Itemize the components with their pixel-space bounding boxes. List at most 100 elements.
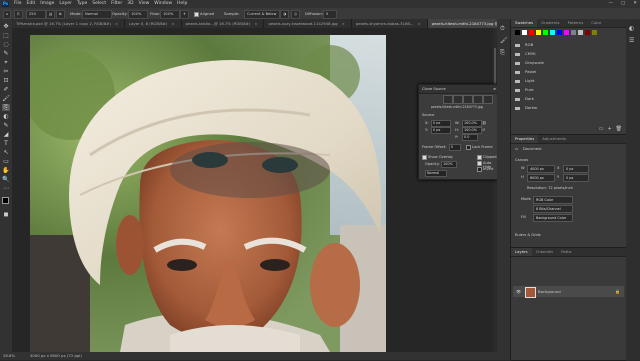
- eraser-tool-icon[interactable]: ✎: [2, 122, 10, 129]
- more-tools-icon[interactable]: ⋯: [2, 185, 10, 192]
- swatch-folder[interactable]: CMYK: [515, 50, 536, 57]
- clone-source-3-button[interactable]: [463, 95, 473, 104]
- ignore-adjustment-icon[interactable]: ◑: [280, 10, 290, 19]
- auto-hide-checkbox[interactable]: [477, 161, 482, 166]
- color-swatch[interactable]: [564, 30, 569, 35]
- zoom-tool-icon[interactable]: 🔍: [2, 176, 10, 183]
- document-info[interactable]: 4000 px x 6000 px (72 ppi): [30, 352, 82, 360]
- swatch-folder[interactable]: Pure: [515, 86, 533, 93]
- color-swatch[interactable]: [550, 30, 555, 35]
- brush-size-picker[interactable]: 250: [26, 10, 46, 19]
- clone-source-icon[interactable]: ⎘: [500, 49, 505, 57]
- flow-field[interactable]: 100%: [160, 10, 180, 19]
- invert-checkbox[interactable]: [477, 167, 482, 172]
- menu-filter[interactable]: Filter: [111, 0, 122, 8]
- scale-width-field[interactable]: 100.0%: [462, 120, 482, 127]
- tab-color[interactable]: Color: [587, 19, 605, 27]
- menu-edit[interactable]: Edit: [27, 0, 36, 8]
- color-swatch[interactable]: [571, 30, 576, 35]
- lasso-tool-icon[interactable]: ◌: [2, 41, 10, 48]
- tab-layers[interactable]: Layers: [511, 248, 532, 256]
- menu-window[interactable]: Window: [154, 0, 172, 8]
- hand-tool-icon[interactable]: ✋: [2, 167, 10, 174]
- foreground-color-swatch[interactable]: [2, 197, 9, 204]
- toggle-clone-source-icon[interactable]: ⧉: [56, 10, 65, 19]
- eyedropper-tool-icon[interactable]: ✐: [2, 86, 10, 93]
- libraries-icon[interactable]: ☰: [629, 37, 634, 44]
- fill-select[interactable]: Background Color: [533, 214, 573, 222]
- reset-transform-icon[interactable]: ↺: [482, 128, 485, 132]
- quick-mask-icon[interactable]: ◼: [2, 211, 10, 218]
- offset-y-field[interactable]: 0 px: [431, 127, 451, 134]
- type-tool-icon[interactable]: T: [2, 140, 10, 147]
- offset-x-field[interactable]: 0 px: [431, 120, 451, 127]
- clipped-checkbox[interactable]: [477, 155, 482, 160]
- layer-name[interactable]: Background: [538, 289, 561, 294]
- maximize-button[interactable]: ▢: [621, 0, 625, 8]
- color-swatch[interactable]: [543, 30, 548, 35]
- airbrush-icon[interactable]: ✈: [180, 10, 190, 19]
- home-button[interactable]: ⌂: [3, 10, 12, 19]
- opacity-field[interactable]: 100%: [128, 10, 148, 19]
- swatch-folder[interactable]: Dark: [515, 95, 534, 102]
- swatch-folder[interactable]: RGB: [515, 41, 533, 48]
- panel-menu-icon[interactable]: ≡: [493, 85, 496, 93]
- canvas-height-field[interactable]: 6000 px: [527, 174, 555, 182]
- menu-3d[interactable]: 3D: [127, 0, 133, 8]
- document-image[interactable]: [30, 35, 386, 352]
- layer-row[interactable]: 👁 Background 🔒: [513, 286, 624, 298]
- diffusion-field[interactable]: 5: [323, 10, 337, 19]
- new-swatch-icon[interactable]: +: [607, 126, 611, 132]
- tab-gradients[interactable]: Gradients: [537, 19, 564, 27]
- color-swatch[interactable]: [522, 30, 527, 35]
- pressure-icon[interactable]: ◎: [291, 10, 301, 19]
- sample-select[interactable]: Current & Below: [244, 10, 280, 19]
- doc-tab[interactable]: pexels-taisiia...@ 16.7% (RGB/8#) ×: [181, 19, 265, 28]
- doc-tab[interactable]: Tiffsmaira.psd @ 16.7% (Layer 1 copy 2, …: [12, 19, 126, 28]
- close-icon[interactable]: ×: [171, 21, 174, 26]
- gradient-tool-icon[interactable]: ◢: [2, 131, 10, 138]
- menu-select[interactable]: Select: [92, 0, 106, 8]
- swatch-folder[interactable]: Light: [515, 77, 534, 84]
- menu-file[interactable]: File: [14, 0, 22, 8]
- brush-settings-icon[interactable]: 🖌: [500, 37, 508, 44]
- rotation-field[interactable]: 0.0: [462, 134, 478, 141]
- overlay-opacity-field[interactable]: 100%: [441, 161, 457, 168]
- lock-icon[interactable]: 🔒: [615, 289, 620, 294]
- toggle-brush-panel-icon[interactable]: ▤: [46, 10, 56, 19]
- color-swatch[interactable]: [592, 30, 597, 35]
- color-swatch[interactable]: [578, 30, 583, 35]
- lock-frame-checkbox[interactable]: [466, 145, 471, 150]
- tab-adjustments[interactable]: Adjustments: [538, 135, 570, 143]
- marquee-tool-icon[interactable]: ⬚: [2, 32, 10, 39]
- minimize-button[interactable]: —: [608, 0, 613, 8]
- doc-tab[interactable]: pexels-suzy-hazelwood-1142948.jpg ×: [264, 19, 352, 28]
- aligned-checkbox[interactable]: [194, 12, 199, 17]
- clone-stamp-tool-icon[interactable]: ⎘: [14, 10, 23, 19]
- delete-icon[interactable]: 🗑: [616, 126, 622, 132]
- canvas-area[interactable]: [12, 28, 497, 352]
- tab-patterns[interactable]: Patterns: [564, 19, 588, 27]
- crop-tool-icon[interactable]: ⌖: [2, 59, 10, 66]
- menu-image[interactable]: Image: [40, 0, 54, 8]
- menu-type[interactable]: Type: [77, 0, 87, 8]
- path-select-tool-icon[interactable]: ↖: [2, 149, 10, 156]
- link-icon[interactable]: ⛓: [482, 121, 487, 125]
- close-button[interactable]: ✕: [633, 0, 637, 8]
- close-icon[interactable]: ×: [115, 21, 118, 26]
- color-swatch[interactable]: [536, 30, 541, 35]
- visibility-eye-icon[interactable]: 👁: [516, 289, 521, 294]
- quick-select-tool-icon[interactable]: ✎: [2, 50, 10, 57]
- close-icon[interactable]: ×: [254, 21, 257, 26]
- clone-source-5-button[interactable]: [483, 95, 493, 104]
- history-icon[interactable]: ⏱: [500, 25, 505, 33]
- clone-source-1-button[interactable]: [443, 95, 453, 104]
- color-icon[interactable]: ◐: [629, 25, 634, 32]
- color-swatch[interactable]: [585, 30, 590, 35]
- swatch-folder[interactable]: Pastel: [515, 68, 536, 75]
- color-mode-select[interactable]: RGB Color: [533, 196, 573, 204]
- close-icon[interactable]: ×: [342, 21, 345, 26]
- tab-channels[interactable]: Channels: [532, 248, 558, 256]
- doc-tab[interactable]: pexels-shyamra-dubas-3186... ×: [351, 19, 428, 28]
- doc-tab[interactable]: Layer 0, 8 (RGB/8#) ×: [125, 19, 182, 28]
